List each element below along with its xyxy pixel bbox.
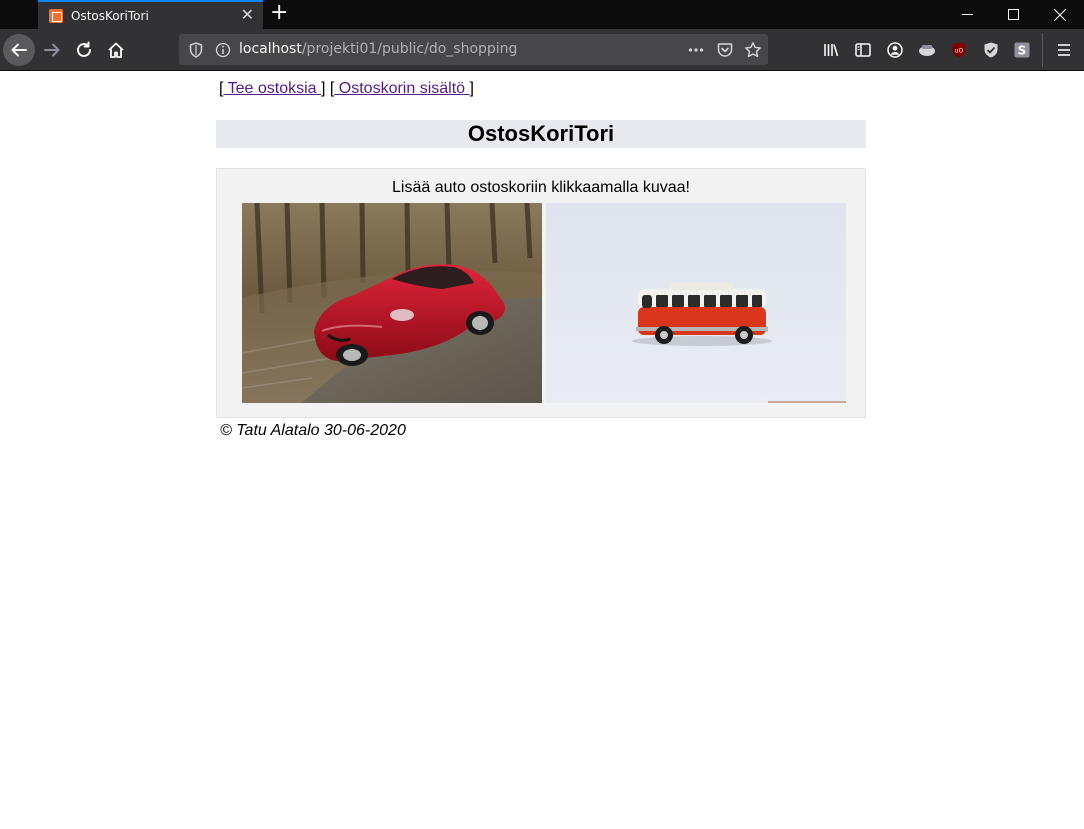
site-title-bar: OstosKoriTori — [216, 120, 866, 148]
instructions-text: Lisää auto ostoskoriin klikkaamalla kuva… — [392, 179, 690, 196]
nav-bracket: ] — [469, 80, 474, 97]
xampp-favicon-icon — [49, 8, 63, 23]
forward-button[interactable] — [37, 35, 67, 65]
product-box: Lisää auto ostoskoriin klikkaamalla kuva… — [216, 168, 866, 418]
shop-link[interactable]: Tee ostoksia — [223, 80, 321, 97]
navigation-toolbar: localhost/projekti01/public/do_shopping … — [0, 29, 1084, 71]
nav-bracket: ] [ — [321, 80, 335, 97]
red-sports-car-image — [242, 203, 542, 403]
url-host: localhost — [239, 41, 302, 57]
svg-text:S: S — [1018, 44, 1027, 58]
red-van-image — [546, 203, 846, 403]
new-tab-icon[interactable]: + — [270, 2, 288, 24]
product-image-red-van[interactable] — [546, 203, 846, 403]
footer-copyright: © Tatu Alatalo 30-06-2020 — [220, 422, 406, 439]
maximize-icon[interactable] — [990, 0, 1036, 29]
extension-icon[interactable] — [916, 39, 938, 61]
product-image-red-sports-car[interactable] — [242, 203, 542, 403]
account-icon[interactable] — [884, 39, 906, 61]
site-title: OstosKoriTori — [467, 121, 615, 146]
page-actions-icon[interactable] — [687, 41, 705, 59]
ublock-icon[interactable]: uO — [948, 39, 970, 61]
minimize-icon[interactable] — [944, 0, 990, 29]
home-icon — [108, 42, 124, 58]
url-bar[interactable]: localhost/projekti01/public/do_shopping — [179, 34, 768, 65]
tab-bar: OstosKoriTori ✕ + — [0, 0, 1084, 29]
menu-icon[interactable] — [1053, 39, 1075, 61]
url-text: localhost/projekti01/public/do_shopping — [239, 41, 517, 57]
close-window-icon[interactable] — [1037, 0, 1083, 29]
library-icon[interactable] — [820, 39, 842, 61]
bookmark-star-icon[interactable] — [744, 41, 762, 59]
sidebar-icon[interactable] — [852, 39, 874, 61]
privacy-badger-icon[interactable] — [980, 39, 1002, 61]
home-button[interactable] — [101, 35, 131, 65]
toolbar-separator — [1042, 33, 1043, 67]
browser-tab[interactable]: OstosKoriTori ✕ — [38, 0, 263, 29]
reload-icon — [77, 41, 91, 57]
site-info-icon[interactable] — [214, 41, 232, 59]
page-content: [ Tee ostoksia ] [ Ostoskorin sisältö ] … — [0, 72, 1084, 829]
forward-arrow-icon — [44, 43, 60, 57]
svg-text:uO: uO — [955, 48, 964, 55]
tab-title: OstosKoriTori — [71, 8, 149, 23]
cart-link[interactable]: Ostoskorin sisältö — [334, 80, 469, 97]
tracking-shield-icon[interactable] — [187, 41, 205, 59]
reload-button[interactable] — [69, 35, 99, 65]
s-extension-icon[interactable]: S — [1011, 39, 1033, 61]
top-navigation: [ Tee ostoksia ] [ Ostoskorin sisältö ] — [219, 80, 474, 98]
pocket-icon[interactable] — [716, 41, 734, 59]
back-button[interactable] — [3, 34, 35, 66]
close-tab-icon[interactable]: ✕ — [241, 7, 254, 23]
url-path: /projekti01/public/do_shopping — [301, 41, 518, 57]
back-arrow-icon — [11, 43, 27, 57]
